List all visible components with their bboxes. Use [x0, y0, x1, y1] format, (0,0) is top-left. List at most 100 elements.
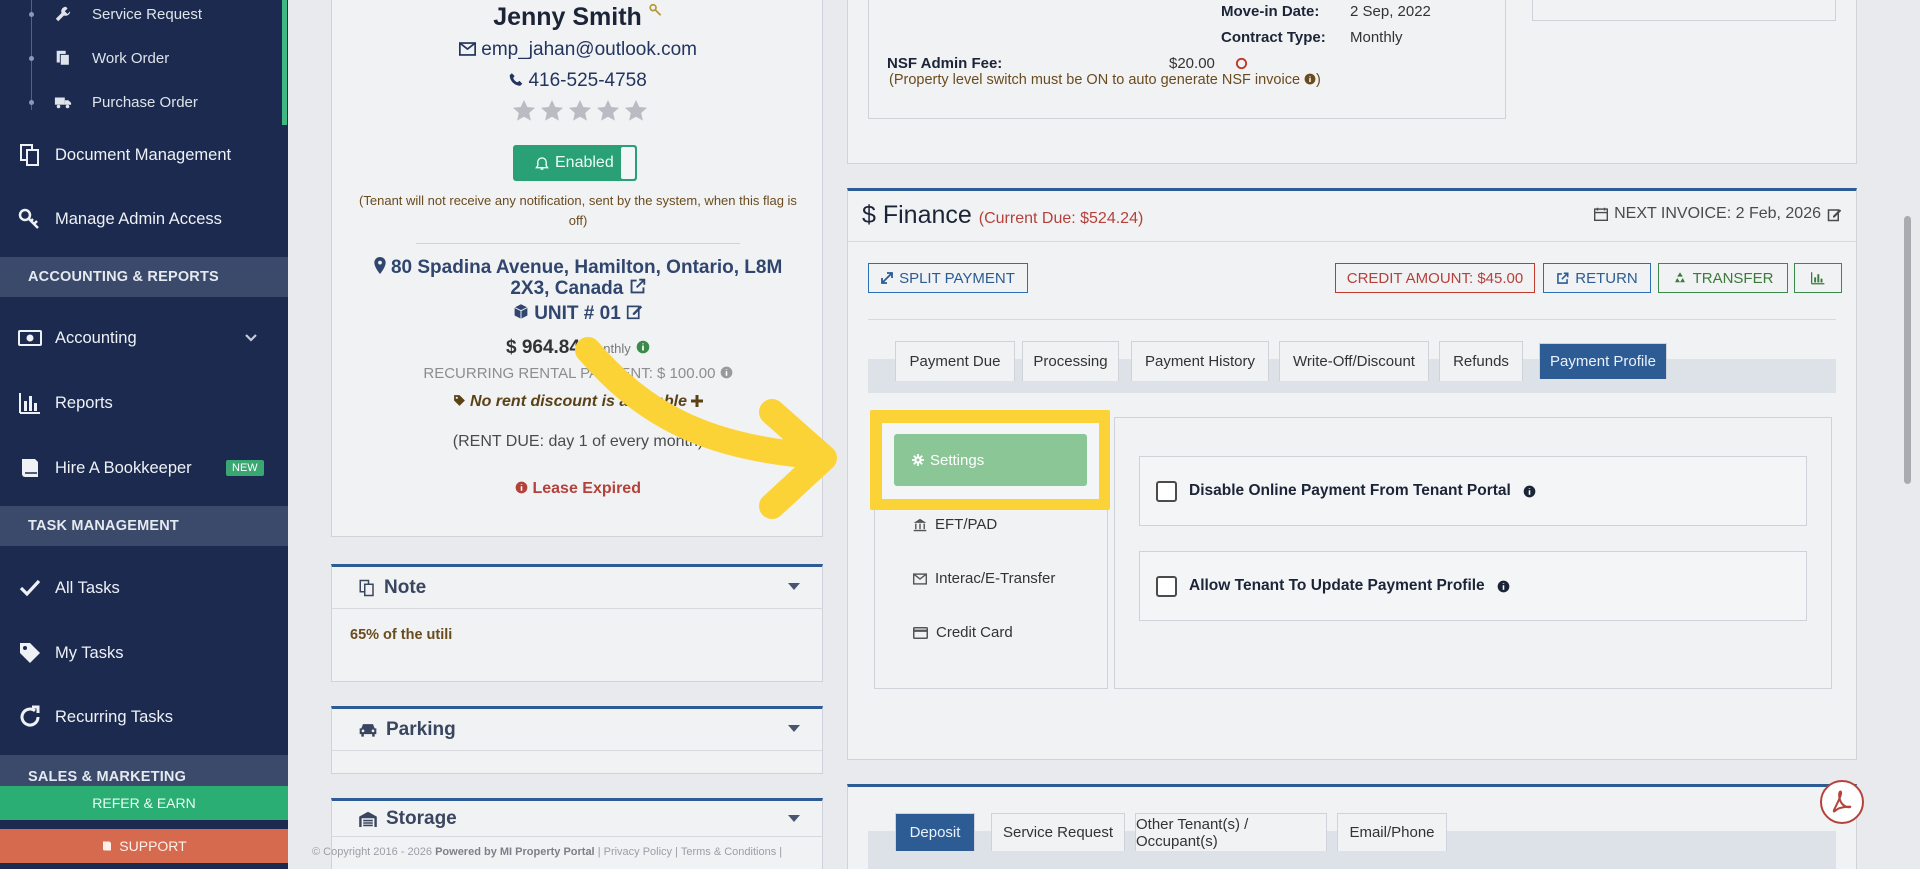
menu-item-interac[interactable]: Interac/E-Transfer: [913, 570, 1055, 587]
tab-processing[interactable]: Processing: [1022, 341, 1119, 381]
lease-status-text: Lease Expired: [532, 480, 641, 497]
caret-down-icon[interactable]: [788, 583, 800, 590]
tab-service-request[interactable]: Service Request: [991, 813, 1125, 851]
tenant-address[interactable]: 80 Spadina Avenue, Hamilton, Ontario, L8…: [352, 257, 804, 299]
nsf-fee-value: $20.00: [1169, 55, 1215, 72]
tab-write-off[interactable]: Write-Off/Discount: [1279, 341, 1429, 381]
footer-links[interactable]: | Privacy Policy | Terms & Conditions |: [598, 846, 782, 858]
page-scrollbar[interactable]: [1904, 216, 1911, 484]
tab-email-phone[interactable]: Email/Phone: [1337, 813, 1447, 851]
storage-panel-header[interactable]: Storage: [332, 801, 822, 837]
rating-stars[interactable]: [512, 99, 648, 123]
edit-icon[interactable]: [1827, 207, 1842, 222]
star-icon[interactable]: [624, 99, 648, 123]
info-icon[interactable]: [1497, 580, 1510, 593]
info-icon[interactable]: [1304, 73, 1316, 85]
caret-down-icon[interactable]: [788, 725, 800, 732]
wrench-icon: [55, 6, 71, 22]
map-marker-icon: [374, 257, 386, 274]
contract-details: Move-in Date: 2 Sep, 2022 Contract Type:…: [868, 0, 1506, 119]
gear-icon: [912, 454, 924, 466]
footer-powered[interactable]: Powered by MI Property Portal: [435, 846, 595, 858]
sidebar-item-label: Hire A Bookkeeper: [55, 458, 192, 477]
warehouse-icon: [359, 811, 377, 827]
notification-note: (Tenant will not receive any notificatio…: [359, 193, 797, 228]
menu-item-eft[interactable]: EFT/PAD: [913, 516, 997, 533]
divider: [868, 319, 1836, 320]
tenant-phone[interactable]: 416-525-4758: [332, 70, 824, 92]
tenant-email[interactable]: emp_jahan@outlook.com: [332, 39, 824, 61]
support-button[interactable]: SUPPORT: [0, 829, 288, 863]
sidebar-item-reports[interactable]: Reports: [0, 375, 282, 431]
tab-payment-profile[interactable]: Payment Profile: [1539, 343, 1667, 379]
key-icon: [18, 208, 39, 229]
tab-other-tenants[interactable]: Other Tenant(s) / Occupant(s): [1135, 813, 1327, 851]
sidebar-item-my-tasks[interactable]: My Tasks: [0, 625, 282, 681]
tab-refunds[interactable]: Refunds: [1439, 341, 1523, 381]
nsf-note-text: (Property level switch must be ON to aut…: [889, 72, 1301, 88]
star-icon[interactable]: [512, 99, 536, 123]
note-panel: Note 65% of the utili: [331, 564, 823, 682]
pdf-icon: [1832, 790, 1852, 813]
note-panel-header[interactable]: Note: [332, 567, 822, 609]
footer: © Copyright 2016 - 2026 Powered by MI Pr…: [312, 846, 782, 858]
tag-icon: [20, 643, 40, 663]
info-icon: [515, 481, 528, 494]
section-header-accounting: ACCOUNTING & REPORTS: [0, 257, 288, 297]
bar-chart-icon: [19, 393, 40, 414]
sidebar-item-manage-admin-access[interactable]: Manage Admin Access: [0, 191, 282, 247]
info-icon[interactable]: [636, 340, 650, 354]
star-icon[interactable]: [568, 99, 592, 123]
star-icon[interactable]: [540, 99, 564, 123]
caret-down-icon[interactable]: [788, 815, 800, 822]
external-link-icon[interactable]: [629, 278, 646, 295]
allow-update-profile-checkbox[interactable]: [1156, 575, 1177, 597]
sidebar-item-purchase-order[interactable]: Purchase Order: [0, 80, 282, 124]
sidebar-item-label: Manage Admin Access: [55, 209, 222, 228]
transfer-button[interactable]: TRANSFER: [1658, 263, 1788, 293]
notification-toggle[interactable]: Enabled: [513, 145, 637, 181]
split-payment-button[interactable]: SPLIT PAYMENT: [868, 263, 1028, 293]
info-icon[interactable]: [1523, 485, 1536, 498]
option-allow-update-profile[interactable]: Allow Tenant To Update Payment Profile: [1139, 551, 1807, 621]
circle-icon[interactable]: [1235, 57, 1248, 70]
sidebar-item-service-request[interactable]: Service Request: [0, 0, 282, 36]
sidebar-item-all-tasks[interactable]: All Tasks: [0, 560, 282, 616]
settings-menu-button[interactable]: Settings: [894, 434, 1087, 486]
current-due: (Current Due: $524.24): [978, 210, 1144, 227]
parking-panel-header[interactable]: Parking: [332, 709, 822, 751]
key-icon[interactable]: [649, 3, 663, 17]
sidebar-item-accounting[interactable]: Accounting: [0, 310, 282, 366]
plus-icon[interactable]: [691, 395, 704, 407]
chart-button[interactable]: [1794, 263, 1842, 293]
refer-earn-button[interactable]: REFER & EARN: [0, 786, 288, 820]
option-disable-online-payment[interactable]: Disable Online Payment From Tenant Porta…: [1139, 456, 1807, 526]
disable-online-payment-checkbox[interactable]: [1156, 480, 1177, 502]
star-icon[interactable]: [596, 99, 620, 123]
sidebar-item-work-order[interactable]: Work Order: [0, 36, 282, 80]
storage-panel-title: Storage: [386, 807, 457, 829]
menu-item-label: Credit Card: [936, 624, 1013, 641]
edit-icon[interactable]: [626, 303, 643, 320]
sidebar-item-recurring-tasks[interactable]: Recurring Tasks: [0, 689, 282, 745]
settings-label: Settings: [930, 451, 985, 469]
next-invoice: NEXT INVOICE: 2 Feb, 2026: [1594, 205, 1842, 223]
menu-item-label: Interac/E-Transfer: [935, 570, 1056, 587]
credit-amount-button[interactable]: CREDIT AMOUNT: $45.00: [1335, 263, 1535, 293]
rent-due: (RENT DUE: day 1 of every month): [452, 433, 704, 450]
tab-payment-due[interactable]: Payment Due: [895, 341, 1015, 381]
divider: [416, 243, 740, 244]
info-icon[interactable]: [720, 366, 733, 379]
sidebar-item-document-management[interactable]: Document Management: [0, 127, 282, 183]
tenant-unit[interactable]: UNIT # 01: [332, 303, 824, 325]
menu-item-credit-card[interactable]: Credit Card: [913, 624, 1013, 641]
storage-panel: Storage: [331, 798, 823, 869]
section-header-task-management: TASK MANAGEMENT: [0, 506, 288, 546]
return-button[interactable]: RETURN: [1543, 263, 1651, 293]
truck-icon: [54, 97, 72, 109]
pdf-button[interactable]: [1820, 780, 1864, 824]
tab-deposit[interactable]: Deposit: [895, 813, 975, 851]
sidebar-item-hire-bookkeeper[interactable]: Hire A Bookkeeper NEW: [0, 440, 282, 496]
tab-payment-history[interactable]: Payment History: [1131, 341, 1269, 381]
chevron-down-icon: [245, 334, 257, 342]
